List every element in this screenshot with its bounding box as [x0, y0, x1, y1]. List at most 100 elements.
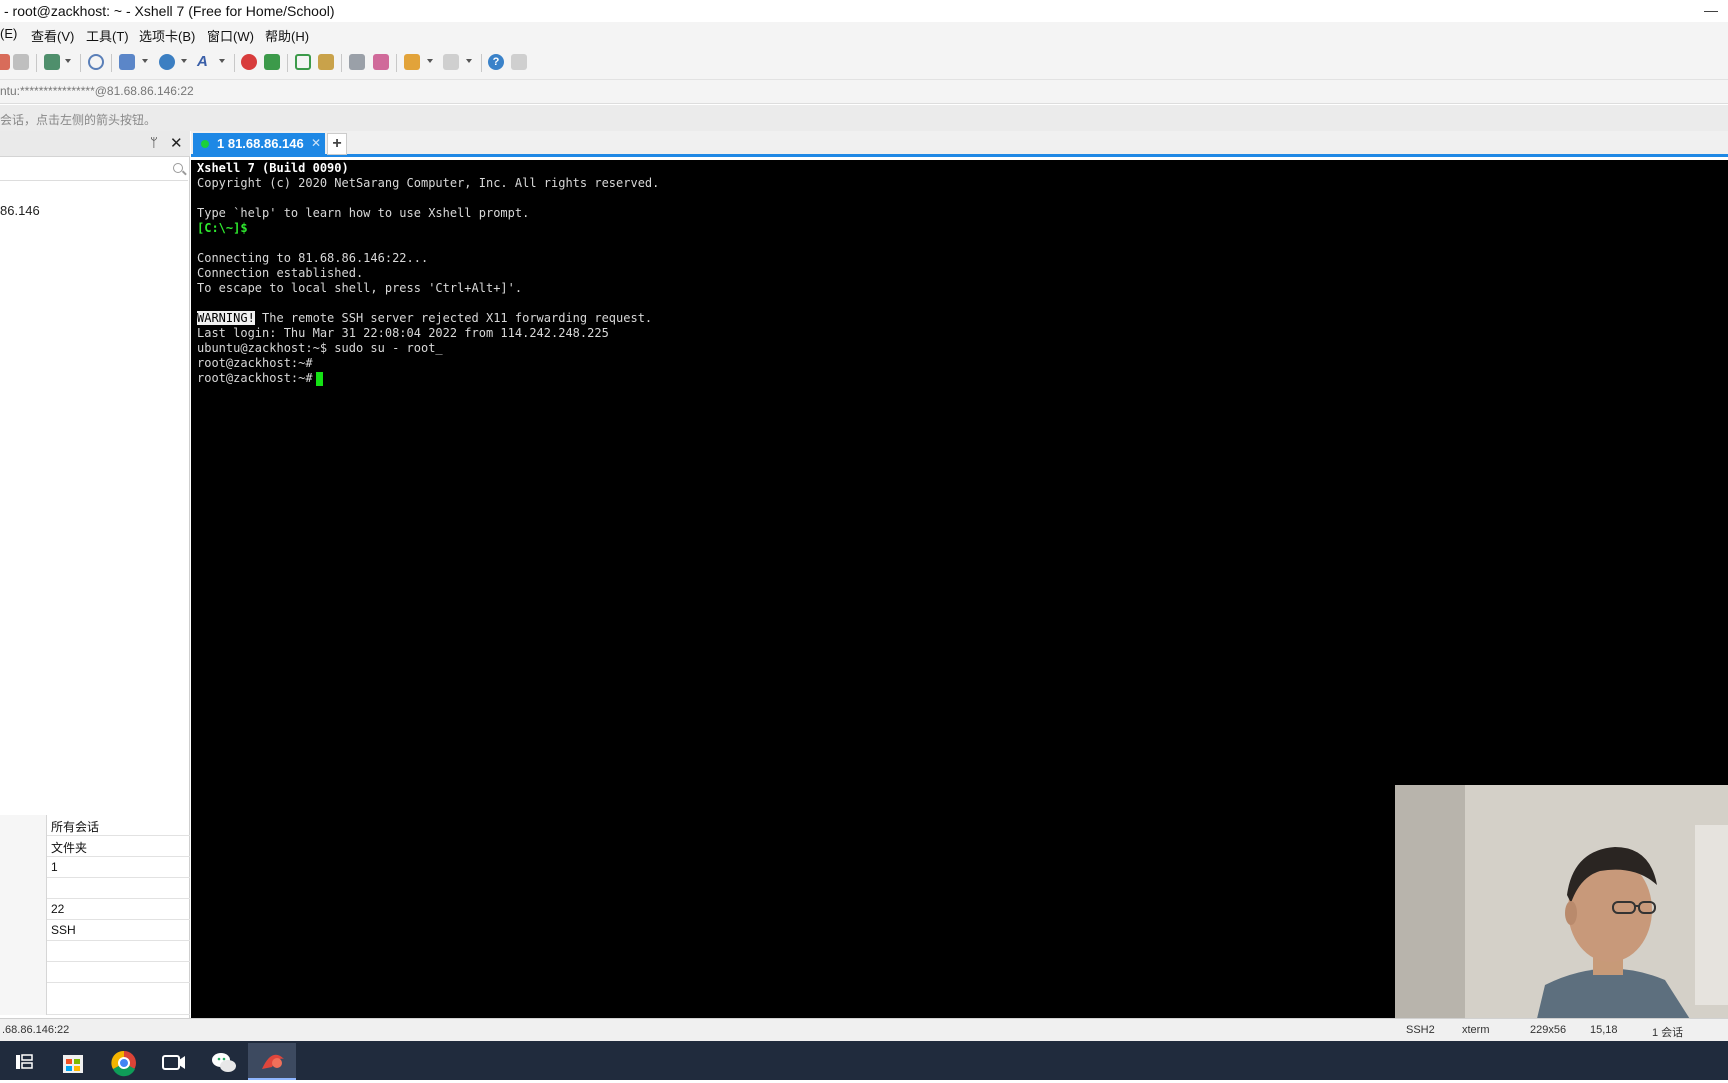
- close-icon[interactable]: ✕: [170, 134, 183, 152]
- store-button[interactable]: [50, 1043, 98, 1080]
- fullscreen-icon[interactable]: [295, 54, 311, 70]
- xftp-icon[interactable]: [241, 54, 257, 70]
- status-size: 229x56: [1530, 1024, 1567, 1036]
- xshell-taskbar-button[interactable]: [248, 1043, 296, 1080]
- property-name-cell: [0, 815, 47, 836]
- table-row: SSH: [0, 920, 190, 941]
- menu-view[interactable]: 查看(V): [31, 26, 74, 45]
- minimize-button[interactable]: —: [1704, 2, 1718, 18]
- wechat-button[interactable]: [200, 1043, 248, 1080]
- property-name-cell: [0, 836, 47, 857]
- title-bar: - root@zackhost: ~ - Xshell 7 (Free for …: [0, 0, 1728, 22]
- toolbar: A ?: [0, 46, 1728, 80]
- tab-close-icon[interactable]: ✕: [311, 136, 321, 150]
- session-manager-header: ᛘ ✕: [0, 131, 190, 157]
- webcam-overlay: [1395, 785, 1728, 1027]
- property-name-cell: [0, 899, 47, 920]
- add-tab-button[interactable]: +: [327, 133, 347, 155]
- status-sessions: 1 会话: [1652, 1027, 1684, 1039]
- chevron-down-icon[interactable]: [427, 59, 433, 63]
- task-view-icon: [16, 1054, 33, 1069]
- warning-label: WARNING!: [197, 311, 255, 325]
- chevron-down-icon[interactable]: [219, 59, 225, 63]
- property-value: 所有会话: [51, 820, 100, 834]
- highlight-icon[interactable]: [373, 54, 389, 70]
- menu-tools[interactable]: 工具(T): [86, 26, 129, 45]
- window-title: - root@zackhost: ~ - Xshell 7 (Free for …: [4, 3, 335, 19]
- property-name-cell: [0, 878, 47, 899]
- address-bar[interactable]: ntu:****************@81.68.86.146:22: [0, 80, 1728, 104]
- session-search-input[interactable]: [0, 159, 188, 181]
- menu-help[interactable]: 帮助(H): [265, 26, 309, 45]
- chevron-down-icon[interactable]: [466, 59, 472, 63]
- chat-icon[interactable]: [511, 54, 527, 70]
- chrome-button[interactable]: [100, 1043, 148, 1080]
- terminal-line: Type `help' to learn how to use Xshell p…: [197, 206, 530, 220]
- session-item[interactable]: 86.146: [0, 203, 40, 218]
- video-call-icon: [162, 1055, 185, 1070]
- pin-icon[interactable]: ᛘ: [150, 135, 158, 150]
- terminal-line: Last login: Thu Mar 31 22:08:04 2022 fro…: [197, 326, 609, 340]
- property-value: 22: [51, 902, 65, 916]
- property-value: 文件夹: [51, 841, 88, 855]
- lock-icon[interactable]: [318, 54, 334, 70]
- xshell-icon: [262, 1054, 284, 1069]
- menu-edit[interactable]: (E): [0, 26, 17, 41]
- toolbar-separator: [111, 54, 112, 72]
- font-icon[interactable]: A: [197, 54, 213, 70]
- chevron-down-icon[interactable]: [142, 59, 148, 63]
- terminal-line: To escape to local shell, press 'Ctrl+Al…: [197, 281, 523, 295]
- toolbar-separator: [80, 54, 81, 72]
- session-properties-table: 所有会话 文件夹 1 22 SSH: [0, 815, 190, 1015]
- toolbar-separator: [287, 54, 288, 72]
- table-row: 文件夹: [0, 836, 190, 857]
- property-value: 1: [51, 860, 58, 874]
- task-view-button[interactable]: [0, 1043, 48, 1080]
- tab-session-1[interactable]: 1 81.68.86.146 ✕: [193, 133, 325, 155]
- property-value: SSH: [51, 923, 76, 937]
- help-icon[interactable]: ?: [488, 54, 504, 70]
- search-icon: [173, 163, 183, 173]
- chevron-down-icon[interactable]: [65, 59, 71, 63]
- menu-tab[interactable]: 选项卡(B): [139, 26, 195, 45]
- terminal-prompt: [C:\~]$: [197, 221, 248, 235]
- store-icon: [63, 1055, 83, 1073]
- toolbar-separator: [341, 54, 342, 72]
- table-row: 1: [0, 857, 190, 878]
- reconnect-icon[interactable]: [13, 54, 29, 70]
- table-row: [0, 878, 190, 899]
- compose-icon[interactable]: [443, 54, 459, 70]
- hint-text: 会话，点击左侧的箭头按钮。: [0, 113, 157, 127]
- keyboard-icon[interactable]: [349, 54, 365, 70]
- wechat-icon: [212, 1053, 236, 1072]
- terminal-line: Connection established.: [197, 266, 364, 280]
- menu-window[interactable]: 窗口(W): [207, 26, 254, 45]
- status-host: .68.86.146:22: [2, 1024, 70, 1036]
- chevron-down-icon[interactable]: [181, 59, 187, 63]
- session-manager-panel: ᛘ ✕ 86.146 所有会话 文件夹 1 22 SSH: [0, 131, 190, 1018]
- video-call-button[interactable]: [150, 1043, 198, 1080]
- toolbar-separator: [234, 54, 235, 72]
- xmanager-icon[interactable]: [264, 54, 280, 70]
- warning-message: The remote SSH server rejected X11 forwa…: [254, 311, 653, 325]
- terminal-line: ubuntu@zackhost:~$ sudo su - root_: [197, 341, 443, 355]
- taskbar: [0, 1041, 1728, 1080]
- terminal-line: WARNING! The remote SSH server rejected …: [197, 311, 652, 325]
- layout-icon[interactable]: [119, 54, 135, 70]
- globe-icon[interactable]: [159, 54, 175, 70]
- find-icon[interactable]: [88, 54, 104, 70]
- status-protocol: SSH2: [1406, 1024, 1435, 1036]
- status-bar: .68.86.146:22 SSH2 xterm 229x56 15,18 1 …: [0, 1018, 1728, 1041]
- status-cursor-position: 15,18: [1590, 1024, 1618, 1036]
- property-name-cell: [0, 983, 47, 1015]
- property-name-cell: [0, 962, 47, 983]
- table-row: 22: [0, 899, 190, 920]
- folder-icon[interactable]: [404, 54, 420, 70]
- terminal-line: root@zackhost:~#: [197, 356, 313, 370]
- property-name-cell: [0, 857, 47, 878]
- new-session-icon[interactable]: [44, 54, 60, 70]
- address-text: ntu:****************@81.68.86.146:22: [0, 84, 194, 98]
- disconnect-icon[interactable]: [0, 54, 10, 70]
- terminal-line: Xshell 7 (Build 0090): [197, 161, 349, 175]
- table-row: 所有会话: [0, 815, 190, 836]
